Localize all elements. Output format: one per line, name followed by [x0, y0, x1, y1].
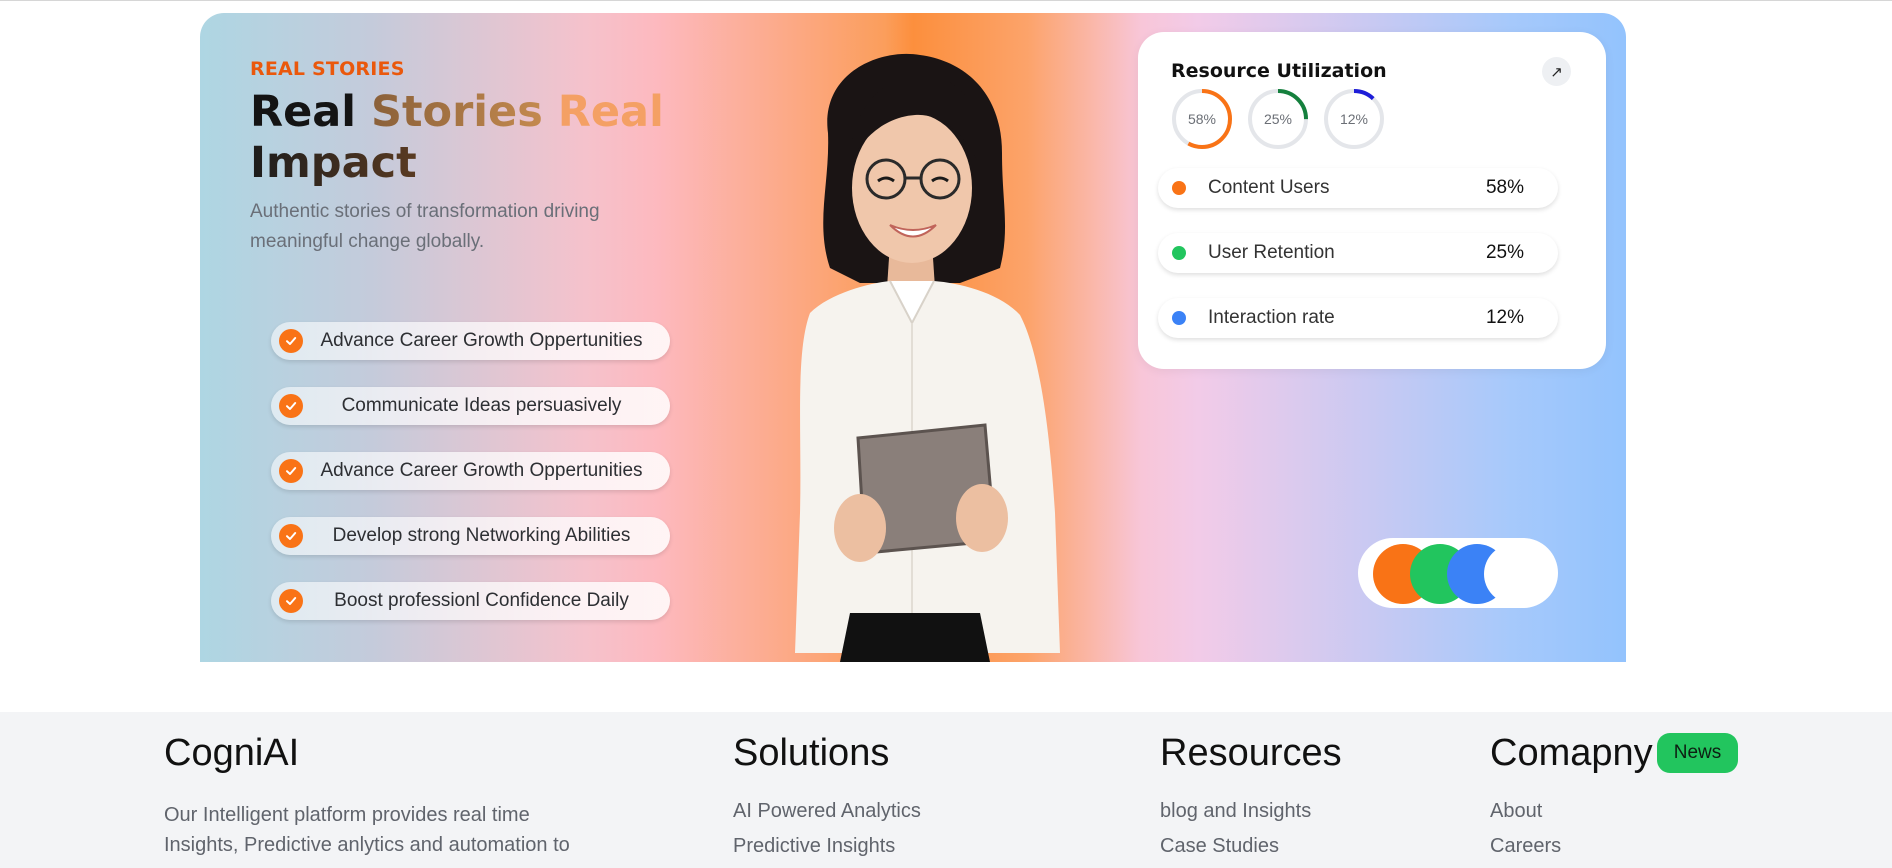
arrow-up-right-icon: ↗	[1550, 63, 1563, 81]
footer-link[interactable]: Careers	[1490, 835, 1561, 858]
person-with-tablet-image	[795, 53, 1060, 662]
status-dot	[1172, 311, 1186, 325]
metric-value: 58%	[1485, 177, 1524, 198]
footer-heading-company: Comapny	[1490, 732, 1653, 774]
top-divider	[0, 0, 1892, 1]
hero-headline: Real Stories Real Impact	[250, 87, 670, 189]
color-swatch[interactable]	[1484, 544, 1544, 604]
feature-item: Boost professionl Confidence Daily	[271, 582, 670, 620]
hero-banner: REAL STORIES Real Stories Real Impact Au…	[200, 13, 1626, 662]
footer-description: Our Intelligent platform provides real t…	[164, 804, 570, 856]
status-dot	[1172, 246, 1186, 260]
metric-label: Content Users	[1208, 177, 1330, 198]
status-dot	[1172, 181, 1186, 195]
metric-value: 25%	[1485, 242, 1524, 263]
news-badge[interactable]: News	[1657, 733, 1738, 773]
footer-link[interactable]: Case Studies	[1160, 835, 1279, 858]
metric-label: Interaction rate	[1208, 307, 1335, 328]
footer-link[interactable]: blog and Insights	[1160, 800, 1311, 823]
ring-label: 25%	[1263, 111, 1293, 127]
card-title: Resource Utilization	[1171, 60, 1387, 82]
resource-utilization-card: Resource Utilization ↗ 58% 25% 12% Conte…	[1138, 32, 1606, 369]
metric-row: Interaction rate 12%	[1158, 298, 1558, 338]
headline-word: Impact	[250, 138, 417, 188]
headline-word: Real	[250, 87, 357, 137]
footer-heading-solutions: Solutions	[733, 732, 890, 774]
headline-word: Real	[557, 87, 664, 137]
color-toggle[interactable]	[1358, 538, 1558, 608]
feature-label: Develop strong Networking Abilities	[332, 525, 631, 546]
feature-label: Boost professionl Confidence Daily	[334, 590, 629, 611]
headline-word: Stories	[371, 87, 543, 137]
progress-ring: 25%	[1246, 87, 1310, 151]
hero-eyebrow: REAL STORIES	[250, 58, 405, 80]
metric-row: User Retention 25%	[1158, 233, 1558, 273]
progress-ring: 58%	[1170, 87, 1234, 151]
feature-item: Communicate Ideas persuasively	[271, 387, 670, 425]
feature-item: Develop strong Networking Abilities	[271, 517, 670, 555]
feature-label: Communicate Ideas persuasively	[341, 395, 622, 416]
metric-label: User Retention	[1208, 242, 1335, 263]
ring-label: 12%	[1339, 111, 1369, 127]
ring-label: 58%	[1187, 111, 1217, 127]
progress-ring: 12%	[1322, 87, 1386, 151]
hero-subtext: Authentic stories of transformation driv…	[250, 201, 600, 252]
footer-link[interactable]: AI Powered Analytics	[733, 800, 921, 823]
site-footer: CogniAI Our Intelligent platform provide…	[0, 712, 1892, 868]
feature-label: Advance Career Growth Oppertunities	[320, 330, 643, 351]
footer-heading-resources: Resources	[1160, 732, 1342, 774]
expand-button[interactable]: ↗	[1542, 57, 1571, 86]
feature-item: Advance Career Growth Oppertunities	[271, 322, 670, 360]
metric-value: 12%	[1485, 307, 1524, 328]
footer-link[interactable]: About	[1490, 800, 1542, 823]
footer-brand: CogniAI	[164, 732, 300, 774]
feature-item: Advance Career Growth Oppertunities	[271, 452, 670, 490]
footer-link[interactable]: Predictive Insights	[733, 835, 895, 858]
metric-row: Content Users 58%	[1158, 168, 1558, 208]
feature-label: Advance Career Growth Oppertunities	[320, 460, 643, 481]
